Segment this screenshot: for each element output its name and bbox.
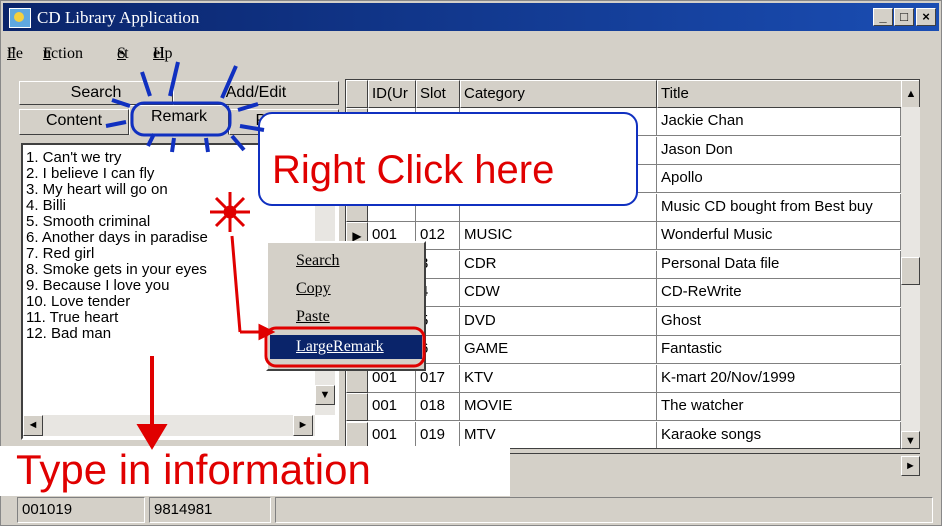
sparkle-icon [210,192,250,232]
largeremark-highlight-box [264,326,426,368]
annotation-overlay [105,61,426,450]
arrow-to-largeremark-icon [230,235,276,341]
remark-highlight-box [130,101,232,137]
highlight-rays [105,61,265,153]
arrow-to-remark-box-icon [136,356,168,450]
